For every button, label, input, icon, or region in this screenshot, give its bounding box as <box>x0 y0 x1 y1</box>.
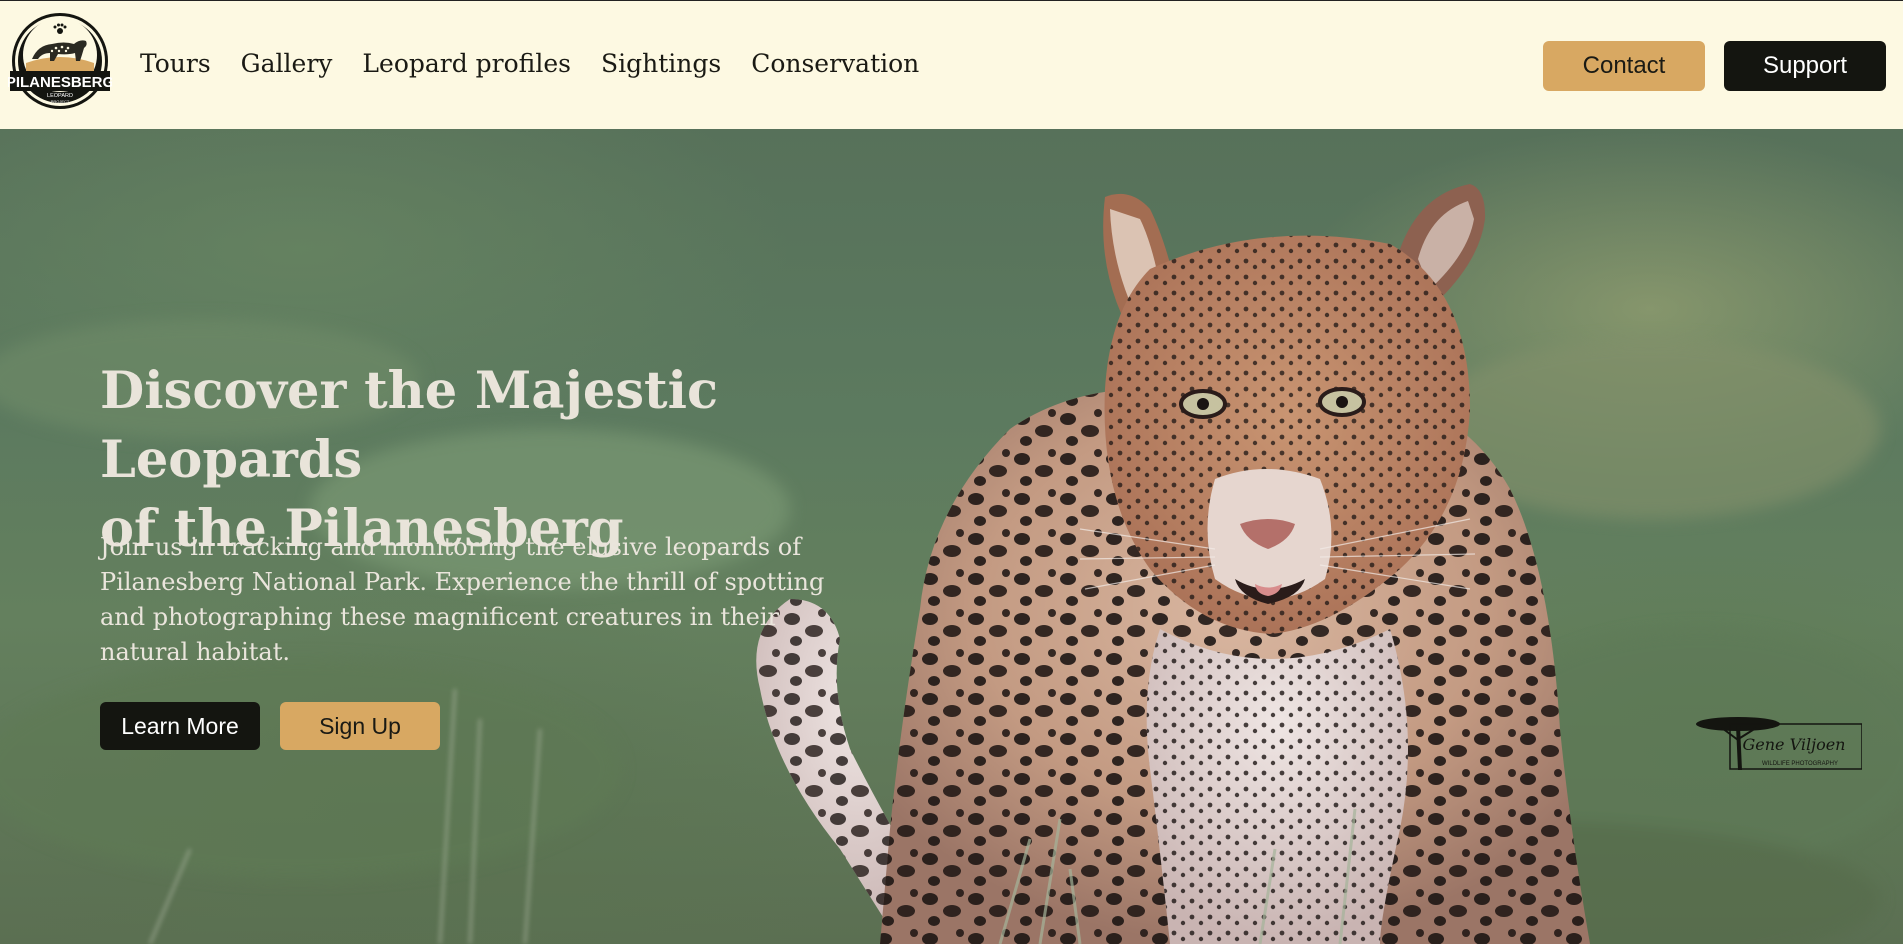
watermark-caption: WILDLIFE PHOTOGRAPHY <box>1762 761 1838 767</box>
photographer-watermark: Gene Viljoen WILDLIFE PHOTOGRAPHY <box>1696 717 1862 770</box>
nav-gallery[interactable]: Gallery <box>241 49 333 78</box>
learn-more-button[interactable]: Learn More <box>100 702 260 750</box>
logo-name: PILANESBERG <box>8 74 112 91</box>
sign-up-button[interactable]: Sign Up <box>280 702 440 750</box>
hero-description: Join us in tracking and monitoring the e… <box>100 533 825 666</box>
watermark-signature: Gene Viljoen <box>1743 735 1846 754</box>
pilanesberg-logo[interactable]: PILANESBERG LEOPARD PROJECT <box>8 11 112 111</box>
nav-sightings[interactable]: Sightings <box>601 49 721 78</box>
nav-leopard-profiles[interactable]: Leopard profiles <box>362 49 571 78</box>
support-button[interactable]: Support <box>1724 41 1886 91</box>
main-nav: Tours Gallery Leopard profiles Sightings… <box>140 49 919 78</box>
hero-title-line1: Discover the Majestic Leopards <box>100 361 719 490</box>
contact-button[interactable]: Contact <box>1543 41 1705 91</box>
nav-conservation[interactable]: Conservation <box>751 49 919 78</box>
hero-section: Discover the Majestic Leopards of the Pil… <box>0 129 1903 944</box>
site-header: PILANESBERG LEOPARD PROJECT Tours Galler… <box>0 0 1903 129</box>
nav-tours[interactable]: Tours <box>140 49 211 78</box>
logo-sub2: PROJECT <box>51 99 70 104</box>
